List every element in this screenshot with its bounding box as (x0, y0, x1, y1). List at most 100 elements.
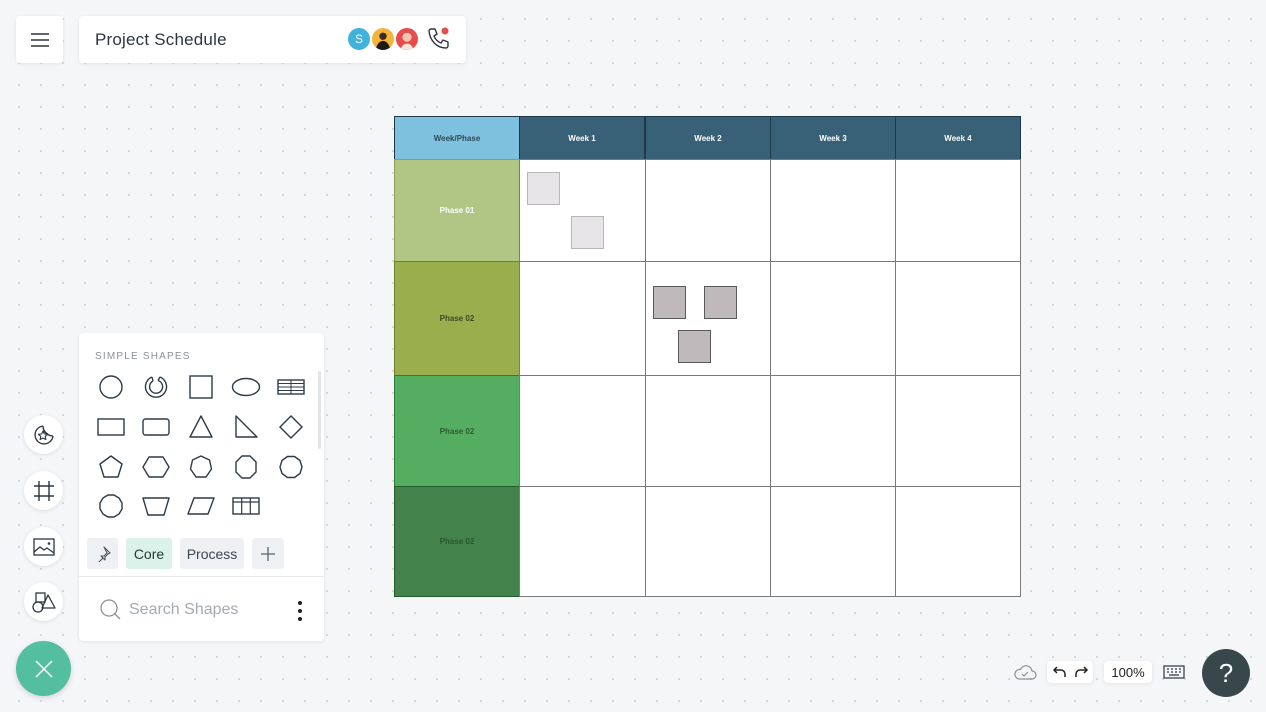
image-icon (32, 537, 55, 556)
shape-square[interactable] (185, 371, 217, 403)
dodecagon-icon (99, 494, 123, 518)
help-button[interactable]: ? (1202, 649, 1250, 697)
ellipse-icon (231, 377, 261, 397)
shape-rounded-rectangle[interactable] (140, 411, 172, 443)
pin-tab-button[interactable] (87, 538, 118, 569)
table-cell[interactable] (519, 261, 646, 376)
table-cell[interactable] (770, 486, 896, 597)
phase-cell-4[interactable]: Phase 02 (394, 486, 520, 597)
plus-icon (261, 546, 275, 561)
phase-cell-2[interactable]: Phase 02 (394, 261, 520, 376)
frame-icon (33, 480, 54, 501)
shape-rectangle[interactable] (95, 411, 127, 443)
sticker-button[interactable] (24, 415, 63, 454)
sticky-note[interactable] (678, 330, 711, 363)
search-shapes-input[interactable] (129, 601, 279, 619)
add-library-button[interactable] (252, 538, 284, 569)
shapes-section-heading: SIMPLE SHAPES (95, 351, 191, 362)
person-photo-icon (400, 32, 414, 50)
shapes-scrollbar[interactable] (318, 371, 321, 449)
avatar-initial: S (354, 32, 363, 46)
shape-circle[interactable] (95, 371, 127, 403)
table-cell[interactable] (770, 375, 896, 487)
undo-icon[interactable] (1051, 665, 1067, 679)
dot (298, 617, 302, 621)
shape-trapezoid[interactable] (140, 490, 172, 522)
header-week-3[interactable]: Week 3 (770, 116, 896, 160)
table-cell[interactable] (645, 486, 771, 597)
header-week-2[interactable]: Week 2 (645, 116, 771, 160)
shape-triangle[interactable] (185, 411, 217, 443)
tab-core[interactable]: Core (126, 538, 172, 569)
shape-hexagon[interactable] (140, 451, 172, 483)
sticky-note[interactable] (571, 216, 604, 249)
donut-arc-icon (144, 376, 168, 398)
phase-cell-3[interactable]: Phase 02 (394, 375, 520, 487)
shape-dodecagon[interactable] (95, 490, 127, 522)
triangle-icon (189, 415, 213, 438)
avatar-collaborator-2[interactable] (371, 27, 395, 51)
shape-parallelogram[interactable] (185, 490, 217, 522)
square-icon (189, 375, 213, 399)
image-button[interactable] (24, 527, 63, 566)
rectangle-icon (97, 418, 125, 436)
diamond-icon (279, 415, 303, 439)
frame-button[interactable] (24, 471, 63, 510)
table-cell[interactable] (519, 486, 646, 597)
shape-diamond[interactable] (275, 411, 307, 443)
header-week-1[interactable]: Week 1 (519, 116, 645, 160)
menu-button[interactable] (16, 16, 63, 63)
table-cell[interactable] (770, 159, 896, 262)
tab-process[interactable]: Process (180, 538, 244, 569)
shape-ellipse[interactable] (230, 371, 262, 403)
avatar-collaborator-3[interactable] (395, 27, 419, 51)
shape-arc[interactable] (140, 371, 172, 403)
table-cell[interactable] (770, 261, 896, 376)
shape-right-triangle[interactable] (230, 411, 262, 443)
table-cell[interactable] (895, 486, 1021, 597)
more-options-button[interactable] (294, 599, 306, 623)
sticker-star-icon (33, 424, 54, 445)
right-triangle-icon (235, 415, 258, 438)
sticky-note[interactable] (704, 286, 737, 319)
shape-pentagon[interactable] (95, 451, 127, 483)
trapezoid-icon (142, 497, 170, 516)
dot (298, 609, 302, 613)
table-cell[interactable] (895, 375, 1021, 487)
call-button[interactable] (426, 26, 452, 52)
shape-grid[interactable] (230, 490, 262, 522)
zoom-level-button[interactable]: 100% (1104, 661, 1152, 683)
hexagon-icon (142, 456, 170, 478)
parallelogram-icon (187, 497, 215, 515)
table-cell[interactable] (519, 375, 646, 487)
document-title[interactable]: Project Schedule (95, 30, 227, 50)
search-icon (100, 599, 121, 620)
schedule-table[interactable]: Week/Phase Week 1 Week 2 Week 3 Week 4 P… (394, 116, 1021, 597)
table-cell[interactable] (895, 159, 1021, 262)
shape-octagon[interactable] (230, 451, 262, 483)
close-panel-button[interactable] (16, 641, 71, 696)
title-bar: Project Schedule S (79, 16, 466, 63)
table-cell[interactable] (645, 375, 771, 487)
phase-cell-1[interactable]: Phase 01 (394, 159, 520, 262)
table-cell[interactable] (645, 159, 771, 262)
header-week-4[interactable]: Week 4 (895, 116, 1021, 160)
shapes-button[interactable] (24, 582, 63, 621)
octagon-icon (235, 455, 257, 479)
shape-decagon[interactable] (275, 451, 307, 483)
header-corner-cell[interactable]: Week/Phase (394, 116, 520, 160)
table-shape-icon (277, 379, 305, 395)
table-cell[interactable] (895, 261, 1021, 376)
keyboard-shortcuts-button[interactable] (1163, 664, 1185, 685)
sticky-note[interactable] (527, 172, 560, 205)
search-shapes-field[interactable] (99, 596, 279, 624)
decagon-icon (279, 455, 303, 479)
shape-table[interactable] (275, 371, 307, 403)
sticky-note[interactable] (653, 286, 686, 319)
avatar-collaborator-1[interactable]: S (347, 27, 371, 51)
hamburger-icon (30, 32, 49, 47)
redo-icon[interactable] (1074, 665, 1090, 679)
rounded-rectangle-icon (142, 418, 170, 436)
shape-heptagon[interactable] (185, 451, 217, 483)
undo-redo-group (1047, 661, 1093, 683)
